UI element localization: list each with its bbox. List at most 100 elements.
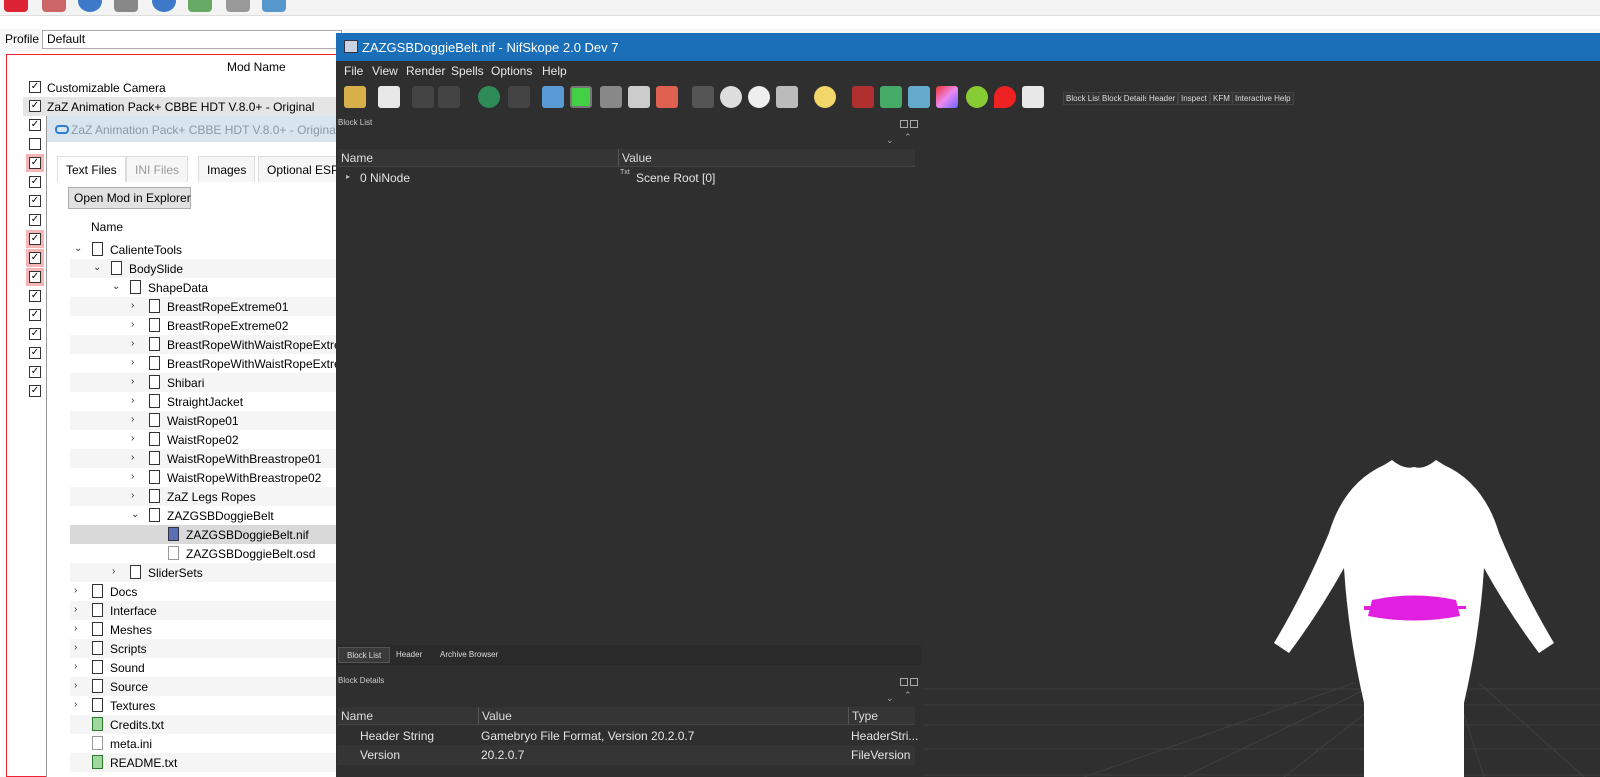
mod-enable-checkbox[interactable]: ✓ [29,195,41,207]
chevron-down-icon[interactable]: ⌄ [93,262,103,273]
marker-icon[interactable] [994,86,1016,108]
tree-row[interactable]: README.txt [70,753,347,772]
mod-enable-checkbox[interactable]: ✓ [29,347,41,359]
tree-row[interactable]: ZAZGSBDoggieBelt.osd [70,544,347,563]
tree-row[interactable]: ⌄ ZAZGSBDoggieBelt [70,506,347,525]
mod-enable-checkbox[interactable]: ✓ [29,385,41,397]
chevron-right-icon[interactable]: › [131,490,141,501]
dock-float-close-buttons[interactable] [900,117,920,128]
details-row-name[interactable]: Version [360,748,400,762]
eye-settings-icon[interactable] [748,86,770,108]
tree-row[interactable]: › StraightJacket [70,392,347,411]
menu-options[interactable]: Options [491,64,532,78]
open-file-icon[interactable] [344,86,366,108]
tab-ini-files[interactable]: INI Files [126,156,189,182]
open-mod-in-explorer-button[interactable]: Open Mod in Explorer [68,187,191,209]
chevron-right-icon[interactable]: › [131,319,141,330]
nodes-icon[interactable] [508,86,530,108]
menu-spells[interactable]: Spells [451,64,484,78]
tree-row[interactable]: ⌄ CalienteTools [70,240,347,259]
toolbar-block-list-button[interactable]: Block List [1063,92,1104,105]
wrench-icon[interactable] [262,0,286,12]
mod-enable-checkbox[interactable]: ✓ [29,309,41,321]
tree-row[interactable]: › WaistRopeWithBreastrope02 [70,468,347,487]
details-header-value[interactable]: Value [478,707,848,725]
tree-row[interactable]: ⌄ BodySlide [70,259,347,278]
chevron-right-icon[interactable]: › [131,300,141,311]
chevron-right-icon[interactable]: › [74,661,84,672]
expand-icon[interactable]: ⌃ [904,132,912,143]
tree-row[interactable]: › BreastRopeWithWaistRopeExtrem [70,354,351,373]
cube-icon[interactable] [542,86,564,108]
chevron-down-icon[interactable]: ⌄ [131,509,141,520]
lightbulb-icon[interactable] [814,86,836,108]
block-list-header-value[interactable]: Value [618,149,915,167]
mod-enable-checkbox[interactable]: ✓ [29,157,41,169]
block-list-row-value[interactable]: Scene Root [0] [636,171,715,185]
tree-row[interactable]: › BreastRopeWithWaistRopeExtrem [70,335,351,354]
tree-row[interactable]: › Docs [70,582,347,601]
tree-row[interactable]: › BreastRopeExtreme02 [70,316,347,335]
chevron-right-icon[interactable]: › [74,680,84,691]
chevron-down-icon[interactable]: ⌄ [112,281,122,292]
footprints-icon[interactable] [692,86,714,108]
mod-enable-checkbox[interactable]: ✓ [29,366,41,378]
tree-row[interactable]: › WaistRope02 [70,430,347,449]
chevron-right-icon[interactable]: › [74,604,84,615]
tree-row[interactable]: › WaistRopeWithBreastrope01 [70,449,347,468]
tool-icon[interactable] [4,0,28,12]
chevron-right-icon[interactable]: › [112,566,122,577]
tree-row[interactable]: › Textures [70,696,347,715]
mod-enable-checkbox[interactable]: ✓ [29,176,41,188]
sphere-icon[interactable] [478,86,500,108]
tree-row[interactable]: › Meshes [70,620,347,639]
collapse-icon[interactable]: ⌄ [886,693,894,704]
toolbar-block-details-button[interactable]: Block Details [1099,92,1152,105]
menu-file[interactable]: File [344,64,363,78]
shape-icon[interactable] [628,86,650,108]
connect-icon[interactable] [908,86,930,108]
chevron-right-icon[interactable]: › [131,338,141,349]
mod-enable-checkbox[interactable]: ✓ [29,233,41,245]
tree-row[interactable]: › ZaZ Legs Ropes [70,487,347,506]
menu-help[interactable]: Help [542,64,567,78]
mod-enable-checkbox[interactable]: ✓ [29,252,41,264]
menu-view[interactable]: View [372,64,398,78]
compass-icon[interactable] [966,86,988,108]
axes-icon[interactable] [880,86,902,108]
tree-row[interactable]: › Source [70,677,347,696]
chevron-right-icon[interactable]: › [131,433,141,444]
details-header-name[interactable]: Name [338,707,478,725]
tree-row[interactable]: › WaistRope01 [70,411,347,430]
tree-row[interactable]: ZAZGSBDoggieBelt.nif [70,525,347,544]
block-list-header-name[interactable]: Name [338,149,618,167]
plugins-icon[interactable] [188,0,212,12]
tree-row[interactable]: › Shibari [70,373,347,392]
expand-icon[interactable]: ⌃ [904,690,912,701]
render-viewport[interactable] [924,113,1600,777]
mod-enable-checkbox[interactable]: ✓ [29,119,41,131]
tree-row[interactable]: › Interface [70,601,347,620]
details-row-value[interactable]: 20.2.0.7 [481,748,524,762]
details-row-type[interactable]: HeaderStri... [851,729,918,743]
chevron-right-icon[interactable]: › [131,395,141,406]
tab-optional-esps[interactable]: Optional ESPs [258,156,348,182]
tree-row[interactable]: Credits.txt [70,715,347,734]
block-list-row-name[interactable]: 0 NiNode [360,171,410,185]
chevron-down-icon[interactable]: ⌄ [74,243,84,254]
mod-row-label[interactable]: ZaZ Animation Pack+ CBBE HDT V.8.0+ - Or… [47,100,314,114]
gear-icon[interactable] [226,0,250,12]
tree-row[interactable]: › SliderSets [70,563,347,582]
tree-row[interactable]: › BreastRopeExtreme01 [70,297,347,316]
chevron-right-icon[interactable]: › [74,642,84,653]
chevron-right-icon[interactable]: › [74,623,84,634]
details-row-value[interactable]: Gamebryo File Format, Version 20.2.0.7 [481,729,694,743]
chevron-right-icon[interactable]: › [131,376,141,387]
toolbar-kfm-button[interactable]: KFM [1210,92,1233,105]
screenshot-icon[interactable] [776,86,798,108]
chevron-right-icon[interactable]: › [131,414,141,425]
tree-row[interactable]: ⌄ ShapeData [70,278,347,297]
textured-cube-icon[interactable] [656,86,678,108]
profile-select[interactable]: Default [42,30,342,49]
tab-block-list[interactable]: Block List [338,647,391,663]
